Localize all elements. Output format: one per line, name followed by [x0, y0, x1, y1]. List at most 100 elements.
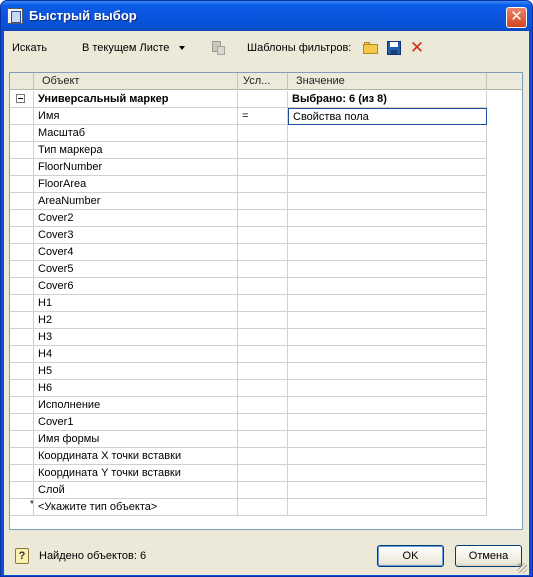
value-cell[interactable] — [288, 397, 487, 414]
toolbar: Искать В текущем Листе Шаблоны фильтров:… — [4, 31, 529, 67]
value-cell[interactable] — [288, 414, 487, 431]
property-row[interactable]: Cover3 — [10, 227, 487, 244]
value-cell[interactable] — [288, 227, 487, 244]
property-row[interactable]: Координата X точки вставки — [10, 448, 487, 465]
search-label: Искать — [12, 42, 48, 54]
condition-cell[interactable] — [238, 312, 288, 329]
save-icon[interactable] — [386, 40, 402, 56]
property-name: FloorArea — [34, 176, 238, 193]
close-button[interactable]: ✕ — [506, 7, 527, 28]
property-row[interactable]: FloorNumber — [10, 159, 487, 176]
property-row[interactable]: Cover5 — [10, 261, 487, 278]
collapse-icon[interactable] — [16, 94, 25, 103]
value-cell[interactable] — [288, 295, 487, 312]
value-cell[interactable] — [288, 278, 487, 295]
resize-grip[interactable] — [517, 563, 527, 573]
row-indent — [10, 125, 34, 142]
condition-cell[interactable] — [238, 227, 288, 244]
condition-cell[interactable] — [238, 210, 288, 227]
condition-cell[interactable] — [238, 159, 288, 176]
value-cell[interactable] — [288, 448, 487, 465]
property-row[interactable]: Координата Y точки вставки — [10, 465, 487, 482]
value-cell[interactable] — [288, 465, 487, 482]
property-name: Cover5 — [34, 261, 238, 278]
property-row[interactable]: Cover4 — [10, 244, 487, 261]
property-row[interactable]: Cover2 — [10, 210, 487, 227]
help-icon: ? — [15, 548, 29, 564]
property-row[interactable]: H4 — [10, 346, 487, 363]
property-name: H2 — [34, 312, 238, 329]
condition-cell[interactable] — [238, 465, 288, 482]
condition-cell[interactable] — [238, 329, 288, 346]
value-cell[interactable] — [288, 244, 487, 261]
value-cell[interactable] — [288, 261, 487, 278]
value-cell[interactable] — [288, 482, 487, 499]
value-cell[interactable] — [288, 312, 487, 329]
property-row[interactable]: Cover1 — [10, 414, 487, 431]
value-cell[interactable] — [288, 159, 487, 176]
property-row[interactable]: Тип маркера — [10, 142, 487, 159]
property-row[interactable]: H1 — [10, 295, 487, 312]
condition-cell[interactable] — [238, 244, 288, 261]
property-row[interactable]: Слой — [10, 482, 487, 499]
value-cell[interactable] — [288, 380, 487, 397]
property-row[interactable]: FloorArea — [10, 176, 487, 193]
condition-cell[interactable] — [238, 193, 288, 210]
value-cell[interactable] — [288, 142, 487, 159]
row-indent — [10, 176, 34, 193]
open-folder-icon[interactable] — [363, 40, 379, 56]
value-cell[interactable] — [288, 346, 487, 363]
app-icon — [7, 8, 23, 24]
column-header-condition[interactable]: Усл... — [238, 73, 288, 90]
title-bar[interactable]: Быстрый выбор ✕ — [1, 1, 532, 31]
value-cell[interactable] — [288, 193, 487, 210]
value-cell[interactable] — [288, 431, 487, 448]
property-name: Масштаб — [34, 125, 238, 142]
condition-cell[interactable] — [238, 363, 288, 380]
condition-cell[interactable] — [238, 414, 288, 431]
property-row[interactable]: Исполнение — [10, 397, 487, 414]
condition-cell[interactable] — [238, 448, 288, 465]
property-row[interactable]: AreaNumber — [10, 193, 487, 210]
condition-cell[interactable] — [238, 142, 288, 159]
value-cell[interactable] — [288, 363, 487, 380]
row-indent — [10, 261, 34, 278]
column-header-value[interactable]: Значение — [288, 73, 487, 90]
value-cell[interactable] — [288, 329, 487, 346]
new-object-type-row[interactable]: * <Укажите тип объекта> — [10, 499, 487, 516]
property-row[interactable]: Масштаб — [10, 125, 487, 142]
property-row[interactable]: H2 — [10, 312, 487, 329]
object-type-placeholder[interactable]: <Укажите тип объекта> — [34, 499, 238, 516]
row-indent: * — [10, 499, 34, 516]
chevron-down-icon[interactable] — [179, 46, 185, 50]
condition-cell[interactable] — [238, 125, 288, 142]
condition-cell[interactable] — [238, 278, 288, 295]
value-input[interactable]: Свойства пола — [288, 108, 487, 125]
property-row[interactable]: H5 — [10, 363, 487, 380]
property-row[interactable]: H3 — [10, 329, 487, 346]
column-header-object[interactable]: Объект — [34, 73, 238, 90]
property-row[interactable]: H6 — [10, 380, 487, 397]
delete-icon[interactable]: ✕ — [409, 39, 425, 56]
root-row[interactable]: Универсальный маркер Выбрано: 6 (из 8) — [10, 91, 487, 108]
condition-cell[interactable] — [238, 261, 288, 278]
condition-cell[interactable] — [238, 482, 288, 499]
value-cell[interactable] — [288, 176, 487, 193]
condition-cell[interactable] — [238, 295, 288, 312]
condition-cell[interactable] — [238, 431, 288, 448]
condition-cell[interactable] — [238, 397, 288, 414]
value-cell[interactable] — [288, 125, 487, 142]
ok-button[interactable]: OK — [377, 545, 444, 567]
condition-cell[interactable] — [238, 380, 288, 397]
condition-cell[interactable] — [238, 176, 288, 193]
condition-cell[interactable] — [238, 346, 288, 363]
row-indent — [10, 363, 34, 380]
scope-dropdown[interactable]: В текущем Листе — [82, 42, 169, 54]
condition-operator[interactable]: = — [238, 108, 288, 125]
value-cell[interactable] — [288, 210, 487, 227]
property-row[interactable]: Имя формы — [10, 431, 487, 448]
property-row[interactable]: Cover6 — [10, 278, 487, 295]
row-indent — [10, 193, 34, 210]
property-row-name[interactable]: Имя = Свойства пола — [10, 108, 487, 125]
cancel-button[interactable]: Отмена — [455, 545, 522, 567]
